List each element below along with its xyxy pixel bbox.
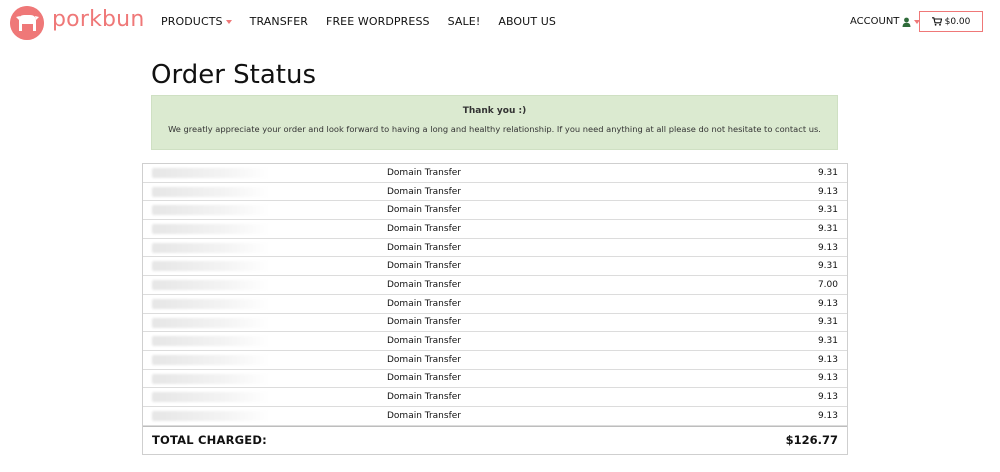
item-price: 9.13 xyxy=(817,410,838,421)
item-price: 9.13 xyxy=(817,373,838,384)
item-price: 9.31 xyxy=(817,167,838,178)
account-menu[interactable]: ACCOUNT xyxy=(850,16,921,27)
pig-logo-icon xyxy=(10,6,44,40)
item-price: 9.13 xyxy=(817,242,838,253)
cart-amount: $0.00 xyxy=(944,16,971,27)
item-type: Domain Transfer xyxy=(387,261,461,272)
item-type: Domain Transfer xyxy=(387,373,461,384)
item-price: 9.13 xyxy=(817,354,838,365)
cart-button[interactable]: $0.00 xyxy=(919,11,983,32)
nav-sale-label: SALE! xyxy=(447,15,481,28)
blurred-domain-name xyxy=(152,168,270,178)
table-row: Domain Transfer 9.13 xyxy=(143,239,847,258)
brand-name: porkbun xyxy=(52,6,145,32)
blurred-domain-name xyxy=(152,354,270,365)
site-header: porkbun PRODUCTS TRANSFER FREE WORDPRESS… xyxy=(0,0,1000,44)
table-row: Domain Transfer 9.13 xyxy=(143,388,847,407)
blurred-domain-name xyxy=(152,280,270,291)
blurred-domain-name xyxy=(152,336,270,347)
blurred-domain-name xyxy=(152,261,270,272)
table-row: Domain Transfer 9.13 xyxy=(143,407,847,426)
table-row: Domain Transfer 7.00 xyxy=(143,276,847,295)
item-type: Domain Transfer xyxy=(387,167,461,178)
item-price: 9.31 xyxy=(817,336,838,347)
item-price: 7.00 xyxy=(817,279,838,290)
blurred-domain-name xyxy=(152,392,270,403)
thank-you-alert: Thank you :) We greatly appreciate your … xyxy=(151,95,838,150)
nav-products-label: PRODUCTS xyxy=(161,15,223,28)
item-price: 9.13 xyxy=(817,186,838,197)
table-row: Domain Transfer 9.31 xyxy=(143,164,847,183)
table-row: Domain Transfer 9.31 xyxy=(143,314,847,333)
porkbun-logo[interactable]: porkbun xyxy=(10,6,144,40)
item-type: Domain Transfer xyxy=(387,354,461,365)
item-type: Domain Transfer xyxy=(387,223,461,234)
table-row: Domain Transfer 9.13 xyxy=(143,183,847,202)
blurred-domain-name xyxy=(152,242,270,253)
item-type: Domain Transfer xyxy=(387,242,461,253)
account-label: ACCOUNT xyxy=(850,16,900,27)
blurred-domain-name xyxy=(152,224,270,235)
nav-free-wordpress-label: FREE WORDPRESS xyxy=(326,15,430,28)
item-type: Domain Transfer xyxy=(387,205,461,216)
blurred-domain-name xyxy=(152,317,270,328)
table-row: Domain Transfer 9.13 xyxy=(143,351,847,370)
item-price: 9.31 xyxy=(817,261,838,272)
total-value: $126.77 xyxy=(785,433,838,448)
nav-about-us-label: ABOUT US xyxy=(498,15,556,28)
total-label: TOTAL CHARGED: xyxy=(152,433,267,448)
nav-transfer-label: TRANSFER xyxy=(249,15,309,28)
item-type: Domain Transfer xyxy=(387,317,461,328)
total-row: TOTAL CHARGED: $126.77 xyxy=(143,425,847,454)
blurred-domain-name xyxy=(152,186,270,197)
blurred-domain-name xyxy=(152,373,270,384)
table-row: Domain Transfer 9.13 xyxy=(143,295,847,314)
table-row: Domain Transfer 9.31 xyxy=(143,257,847,277)
item-price: 9.31 xyxy=(817,223,838,234)
item-type: Domain Transfer xyxy=(387,336,461,347)
blurred-domain-name xyxy=(152,298,270,309)
table-row: Domain Transfer 9.31 xyxy=(143,220,847,239)
item-type: Domain Transfer xyxy=(387,186,461,197)
table-row: Domain Transfer 9.31 xyxy=(143,201,847,221)
table-row: Domain Transfer 9.31 xyxy=(143,332,847,351)
caret-down-icon xyxy=(225,19,232,24)
shopping-cart-icon xyxy=(931,17,942,26)
item-price: 9.13 xyxy=(817,298,838,309)
item-price: 9.31 xyxy=(817,317,838,328)
nav-free-wordpress[interactable]: FREE WORDPRESS xyxy=(326,15,430,28)
blurred-domain-name xyxy=(152,410,270,421)
alert-title: Thank you :) xyxy=(462,106,527,116)
order-table: Domain Transfer 9.31 Domain Transfer 9.1… xyxy=(142,163,848,455)
item-type: Domain Transfer xyxy=(387,298,461,309)
item-type: Domain Transfer xyxy=(387,410,461,421)
user-icon xyxy=(902,17,911,27)
blurred-domain-name xyxy=(152,205,270,216)
table-row: Domain Transfer 9.13 xyxy=(143,370,847,389)
nav-products[interactable]: PRODUCTS xyxy=(161,15,232,28)
page-title: Order Status xyxy=(151,60,317,90)
item-type: Domain Transfer xyxy=(387,392,461,403)
item-type: Domain Transfer xyxy=(387,279,461,290)
nav-about-us[interactable]: ABOUT US xyxy=(498,15,556,28)
nav-transfer[interactable]: TRANSFER xyxy=(250,15,308,28)
item-price: 9.31 xyxy=(817,205,838,216)
item-price: 9.13 xyxy=(817,392,838,403)
main-nav: PRODUCTS TRANSFER FREE WORDPRESS SALE! A… xyxy=(161,15,574,28)
alert-message: We greatly appreciate your order and loo… xyxy=(168,124,821,134)
nav-sale[interactable]: SALE! xyxy=(448,15,481,28)
